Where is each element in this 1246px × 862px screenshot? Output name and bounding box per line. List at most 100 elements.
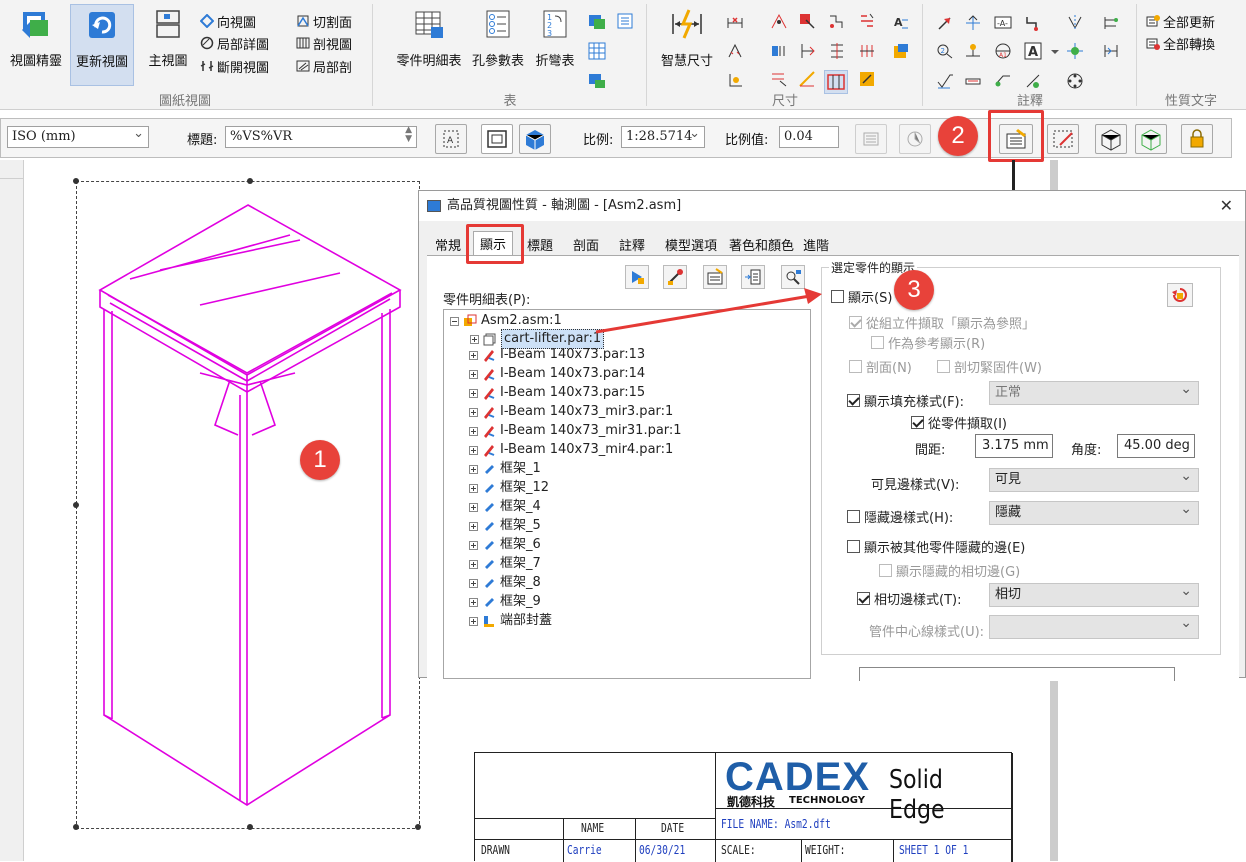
expand-icon[interactable] xyxy=(469,388,478,398)
hole-table-button[interactable]: 孔參數表 xyxy=(466,4,530,86)
leader-icon[interactable] xyxy=(936,14,954,32)
spacing-input[interactable]: 3.175 mm xyxy=(975,434,1053,458)
hidden-edge-row[interactable]: 隱藏邊樣式(H): xyxy=(847,507,953,526)
as-ref-row[interactable]: 作為參考顯示(R) xyxy=(871,333,985,352)
radial-dimension-icon[interactable] xyxy=(798,12,816,30)
tree-item[interactable]: 端部封蓋 xyxy=(469,612,552,630)
center-mark-icon[interactable] xyxy=(1066,42,1084,60)
tree-item[interactable]: 框架_5 xyxy=(469,517,541,535)
angular-coordinate-icon[interactable] xyxy=(770,42,788,60)
tab-model-options[interactable]: 模型選項 xyxy=(659,233,723,255)
expand-icon[interactable] xyxy=(469,445,478,455)
caption-button[interactable]: A xyxy=(435,124,467,154)
tree-item-root[interactable]: Asm2.asm:1 xyxy=(450,312,562,330)
show-checkbox[interactable] xyxy=(831,290,844,303)
expand-icon[interactable] xyxy=(469,559,478,569)
tab-caption[interactable]: 標題 xyxy=(521,233,559,255)
expand-icon[interactable] xyxy=(469,502,478,512)
parts-list-button[interactable]: 零件明細表 xyxy=(382,4,476,86)
smart-dimension-button[interactable]: 智慧尺寸 xyxy=(654,4,720,86)
from-part-row[interactable]: 從零件擷取(I) xyxy=(911,413,1007,432)
isometric-model[interactable] xyxy=(90,195,410,815)
detail-view-button[interactable]: 局部詳圖 xyxy=(200,32,269,54)
expand-icon[interactable] xyxy=(469,578,478,588)
cutting-plane-button[interactable]: 切割面 xyxy=(296,10,352,32)
tree-item[interactable]: 框架_8 xyxy=(469,574,541,592)
resize-handle[interactable] xyxy=(247,178,253,184)
tangent-edge-select[interactable]: 相切 xyxy=(989,580,1199,607)
tab-general[interactable]: 常規 xyxy=(429,233,467,255)
update-all-button[interactable]: 全部更新 xyxy=(1146,10,1215,32)
reset-button[interactable] xyxy=(1167,283,1193,307)
dimension-assist-icon[interactable] xyxy=(858,70,876,88)
auxiliary-view-button[interactable]: 向視圖 xyxy=(199,10,256,32)
tube-center-select[interactable] xyxy=(989,612,1199,639)
balloon-icon[interactable]: 2 xyxy=(936,42,954,60)
show-fill-row[interactable]: 顯示填充樣式(F): xyxy=(847,391,964,410)
tree-item[interactable]: I-Beam 140x73_mir4.par:1 xyxy=(469,441,673,459)
resize-handle[interactable] xyxy=(247,824,253,830)
annotation-align-icon[interactable] xyxy=(1102,14,1120,32)
tab-section[interactable]: 剖面 xyxy=(567,233,605,255)
feature-control-icon[interactable] xyxy=(964,14,982,32)
tab-advanced[interactable]: 進階 xyxy=(797,233,835,255)
resize-handle[interactable] xyxy=(415,824,421,830)
list-small-icon[interactable] xyxy=(616,12,634,30)
expand-icon[interactable] xyxy=(469,483,478,493)
section-row[interactable]: 剖面(N) xyxy=(849,357,912,376)
resize-handle[interactable] xyxy=(73,502,79,508)
show-hidden-checkbox[interactable] xyxy=(847,540,860,553)
tangent-edge-row[interactable]: 相切邊樣式(T): xyxy=(857,589,961,608)
bend-table-button[interactable]: 123 折彎表 xyxy=(530,4,580,86)
collapse-icon[interactable] xyxy=(450,316,459,326)
from-asm-row[interactable]: 從組立件擷取「顯示為參照」 xyxy=(849,313,1035,332)
tree-item[interactable]: 框架_1 xyxy=(469,460,541,478)
tab-shading-colors[interactable]: 著色和顏色 xyxy=(723,233,800,255)
expand-icon[interactable] xyxy=(469,540,478,550)
cut-fasteners-checkbox[interactable] xyxy=(937,360,950,373)
breakline-icon[interactable] xyxy=(1024,14,1042,32)
dimension-properties-icon[interactable] xyxy=(892,42,910,60)
show-fill-checkbox[interactable] xyxy=(847,394,860,407)
edge-condition-icon[interactable] xyxy=(964,72,982,90)
callout-icon[interactable]: -A- xyxy=(994,14,1012,32)
show-hidden-row[interactable]: 顯示被其他零件隱藏的邊(E) xyxy=(847,537,1025,556)
scale-value-input[interactable]: 0.04 xyxy=(779,126,839,148)
view-alignment-button[interactable] xyxy=(855,124,887,154)
dimension-group-icon[interactable] xyxy=(828,42,846,60)
weld-symbol-icon[interactable] xyxy=(964,42,982,60)
text-dimension-icon[interactable]: A xyxy=(892,14,910,32)
from-part-checkbox[interactable] xyxy=(911,416,924,429)
surface-texture-icon[interactable] xyxy=(936,72,954,90)
section-view-button[interactable]: 剖視圖 xyxy=(296,32,352,54)
expand-icon[interactable] xyxy=(469,350,478,360)
expand-icon[interactable] xyxy=(470,334,479,344)
dimension-style-icon[interactable] xyxy=(858,12,876,30)
bolt-circle-icon[interactable] xyxy=(1066,72,1084,90)
angle-input[interactable]: 45.00 deg xyxy=(1117,434,1195,458)
update-views-button[interactable]: 更新視圖 xyxy=(70,4,134,86)
lock-button[interactable] xyxy=(1181,124,1213,154)
table-link-icon[interactable] xyxy=(588,72,606,90)
hidden-tangent-checkbox[interactable] xyxy=(879,564,892,577)
dimension-angle-icon[interactable] xyxy=(726,42,744,60)
view-wizard-button[interactable]: 視圖精靈 xyxy=(4,4,68,86)
bolt-hole-circle-icon[interactable] xyxy=(1024,72,1042,90)
view-border-button[interactable] xyxy=(481,124,513,154)
from-asm-checkbox[interactable] xyxy=(849,316,862,329)
tree-item[interactable]: I-Beam 140x73.par:15 xyxy=(469,384,645,402)
tangent-edge-checkbox[interactable] xyxy=(857,592,870,605)
resize-handle[interactable] xyxy=(73,824,79,830)
tree-item[interactable]: 框架_12 xyxy=(469,479,549,497)
wireframe-view-button[interactable] xyxy=(1095,124,1127,154)
angle-between-icon[interactable] xyxy=(798,70,816,88)
tree-item[interactable]: I-Beam 140x73_mir3.par:1 xyxy=(469,403,673,421)
broken-view-button[interactable]: 斷開視圖 xyxy=(200,55,269,77)
scale-select[interactable]: 1:28.5714 ⌄ xyxy=(621,126,705,148)
grid-small-icon[interactable] xyxy=(588,42,606,60)
resize-handle[interactable] xyxy=(73,178,79,184)
fill-style-select[interactable]: 正常 xyxy=(989,378,1199,405)
coordinate-dimension-icon[interactable] xyxy=(726,70,744,88)
section-checkbox[interactable] xyxy=(849,360,862,373)
expand-icon[interactable] xyxy=(469,369,478,379)
